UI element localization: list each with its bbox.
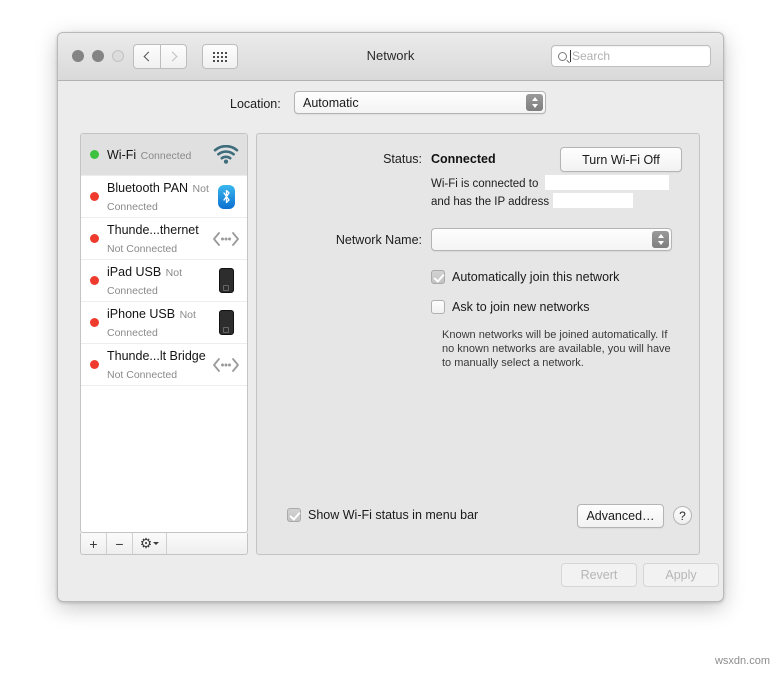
service-name: Bluetooth PAN — [107, 180, 189, 195]
service-name: Thunde...lt Bridge — [107, 348, 206, 363]
ask-join-checkbox[interactable] — [431, 300, 445, 314]
show-status-checkbox-row[interactable]: Show Wi-Fi status in menu bar — [287, 508, 478, 522]
service-row-bluetooth-pan[interactable]: Bluetooth PAN Not Connected — [81, 176, 247, 218]
redacted-ip-address — [553, 193, 633, 208]
service-row-thunderbolt-ethernet[interactable]: Thunde...thernet Not Connected — [81, 218, 247, 260]
remove-service-button[interactable]: − — [107, 533, 133, 554]
location-value: Automatic — [303, 95, 359, 110]
location-label: Location: — [230, 97, 281, 111]
service-status: Not Connected — [107, 368, 178, 381]
service-name: Wi-Fi — [107, 147, 137, 162]
advanced-button[interactable]: Advanced… — [577, 504, 664, 528]
thunderbolt-bridge-icon — [209, 357, 243, 373]
search-icon — [558, 51, 567, 61]
network-name-label: Network Name: — [335, 233, 422, 247]
network-services-list[interactable]: Wi-Fi Connected Bluetooth PAN Not Connec… — [80, 133, 248, 533]
service-name: iPhone USB — [107, 306, 176, 321]
screenshot-root: Network Search Location: Automatic Wi-Fi… — [0, 0, 780, 675]
ip-address-text: and has the IP address — [431, 196, 550, 208]
watermark: wsxdn.com — [714, 655, 770, 667]
search-field[interactable]: Search — [551, 45, 711, 67]
chevron-down-icon — [153, 542, 160, 545]
ask-join-help-text: Known networks will be joined automatica… — [442, 329, 671, 369]
chevron-updown-icon — [526, 94, 543, 111]
auto-join-checkbox[interactable] — [431, 270, 445, 284]
ask-join-checkbox-row[interactable]: Ask to join new networks — [431, 300, 590, 314]
status-label: Status: — [383, 152, 422, 166]
show-status-checkbox[interactable] — [287, 508, 301, 522]
ipad-icon — [209, 268, 243, 293]
turn-wifi-off-button[interactable]: Turn Wi-Fi Off — [560, 147, 682, 172]
redacted-network-name — [545, 175, 669, 190]
service-row-ipad-usb[interactable]: iPad USB Not Connected — [81, 260, 247, 302]
location-popup-button[interactable]: Automatic — [294, 91, 546, 114]
services-toolbar: + − ⚙ — [80, 533, 248, 555]
wifi-icon — [209, 145, 243, 164]
status-led — [90, 318, 99, 327]
bluetooth-icon — [209, 184, 243, 209]
show-status-label: Show Wi-Fi status in menu bar — [308, 508, 479, 522]
status-value: Connected — [431, 152, 496, 166]
connected-to-text: Wi-Fi is connected to — [431, 178, 539, 190]
service-actions-button[interactable]: ⚙ — [133, 533, 167, 554]
status-led — [90, 360, 99, 369]
service-name: Thunde...thernet — [107, 222, 199, 237]
ask-join-label: Ask to join new networks — [452, 300, 590, 314]
status-led — [90, 192, 99, 201]
service-row-wifi[interactable]: Wi-Fi Connected — [81, 134, 247, 176]
text-caret — [570, 50, 571, 62]
service-status: Not Connected — [107, 242, 178, 255]
chevron-updown-icon — [652, 231, 669, 248]
service-row-thunderbolt-bridge[interactable]: Thunde...lt Bridge Not Connected — [81, 344, 247, 386]
add-service-button[interactable]: + — [81, 533, 107, 554]
iphone-icon — [209, 310, 243, 335]
auto-join-checkbox-row[interactable]: Automatically join this network — [431, 270, 619, 284]
gear-icon: ⚙ — [139, 535, 153, 551]
status-led — [90, 150, 99, 159]
service-row-iphone-usb[interactable]: iPhone USB Not Connected — [81, 302, 247, 344]
search-placeholder: Search — [572, 49, 611, 63]
service-name: iPad USB — [107, 264, 162, 279]
revert-button[interactable]: Revert — [561, 563, 637, 587]
network-name-popup-button[interactable] — [431, 228, 672, 251]
help-button[interactable]: ? — [673, 506, 692, 525]
thunderbolt-bridge-icon — [209, 231, 243, 247]
location-row: Location: Automatic — [58, 91, 723, 125]
status-led — [90, 276, 99, 285]
service-status: Connected — [140, 149, 192, 162]
window-titlebar: Network Search — [58, 33, 723, 81]
window-body: Wi-Fi Connected Bluetooth PAN Not Connec… — [58, 129, 723, 601]
wifi-settings-panel: Status: Connected Turn Wi-Fi Off Wi-Fi i… — [256, 133, 700, 555]
auto-join-label: Automatically join this network — [452, 270, 620, 284]
network-preferences-window: Network Search Location: Automatic Wi-Fi… — [57, 32, 724, 602]
status-led — [90, 234, 99, 243]
apply-button[interactable]: Apply — [643, 563, 719, 587]
